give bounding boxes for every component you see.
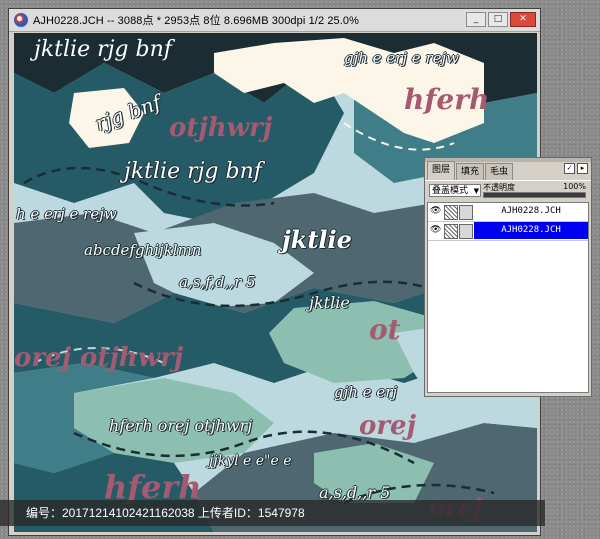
- layer-mask-thumbnail: [459, 205, 473, 220]
- layer-row-selected[interactable]: 👁 AJH0228.JCH: [428, 222, 588, 241]
- layer-name[interactable]: AJH0228.JCH: [474, 203, 588, 220]
- artwork-text: a,s,f,d,,r 5: [179, 273, 256, 291]
- layer-thumbnail: [444, 224, 458, 239]
- blend-mode-select[interactable]: 叠盖模式 ▼: [429, 184, 481, 197]
- info-overlay-bar: 编号：20171214102421162038 上传者ID：1547978: [0, 500, 545, 526]
- artwork-text: jjkyl e e"e e: [209, 453, 292, 469]
- blend-mode-value: 叠盖模式: [432, 186, 469, 196]
- artwork-text: otjhwrj: [169, 113, 273, 143]
- checkbox-icon[interactable]: ✓: [564, 163, 575, 174]
- chevron-down-icon: ▼: [473, 187, 479, 195]
- opacity-slider[interactable]: [483, 192, 586, 198]
- artwork-text: jktlie: [309, 293, 350, 312]
- maximize-button[interactable]: □: [488, 12, 508, 27]
- artwork-text: gjh e erj e rejw: [344, 49, 459, 67]
- panel-menu-icon[interactable]: ▸: [577, 163, 588, 174]
- artwork-text: hferh orej otjhwrj: [109, 416, 253, 435]
- artwork-text: h e erj e rejw: [16, 205, 117, 223]
- artwork-text: orej: [359, 411, 416, 441]
- layer-options: 叠盖模式 ▼ 不透明度 100%: [425, 180, 591, 201]
- tab-brush[interactable]: 毛虫: [485, 163, 514, 180]
- opacity-value: 100%: [563, 182, 586, 191]
- tab-fill[interactable]: 填充: [456, 163, 485, 180]
- tab-layers[interactable]: 图层: [427, 161, 456, 180]
- layer-name[interactable]: AJH0228.JCH: [474, 222, 588, 239]
- artwork-text: ot: [369, 313, 401, 346]
- artwork-text: jktlie: [282, 225, 352, 254]
- layer-row[interactable]: 👁 AJH0228.JCH: [428, 203, 588, 222]
- artwork-text: hferh: [404, 83, 490, 116]
- layer-thumbnail: [444, 205, 458, 220]
- layer-mask-thumbnail: [459, 224, 473, 239]
- eye-icon[interactable]: 👁: [430, 206, 441, 217]
- window-title: AJH0228.JCH -- 3088点 * 2953点 8位 8.696MB …: [33, 15, 360, 27]
- artwork-text: gjh e erj: [334, 383, 398, 401]
- minimize-button[interactable]: _: [466, 12, 486, 27]
- layer-list[interactable]: 👁 AJH0228.JCH 👁 AJH0228.JCH: [427, 202, 589, 393]
- app-icon: [14, 13, 28, 27]
- artwork-text: jktlie rjg bnf: [124, 159, 262, 184]
- artwork-text: orej otjhwrj: [14, 343, 184, 373]
- window-titlebar[interactable]: AJH0228.JCH -- 3088点 * 2953点 8位 8.696MB …: [9, 9, 540, 32]
- layers-panel[interactable]: ✓ ▸ 图层 填充 毛虫 叠盖模式 ▼ 不透明度 100% 👁 AJH0228.…: [424, 157, 592, 397]
- opacity-slider-fill: [484, 193, 585, 197]
- artwork-text: jktlie rjg bnf: [34, 37, 172, 62]
- artwork-text: abcdefghijklmn: [84, 241, 202, 259]
- close-button[interactable]: ✕: [510, 12, 536, 27]
- eye-icon[interactable]: 👁: [430, 225, 441, 236]
